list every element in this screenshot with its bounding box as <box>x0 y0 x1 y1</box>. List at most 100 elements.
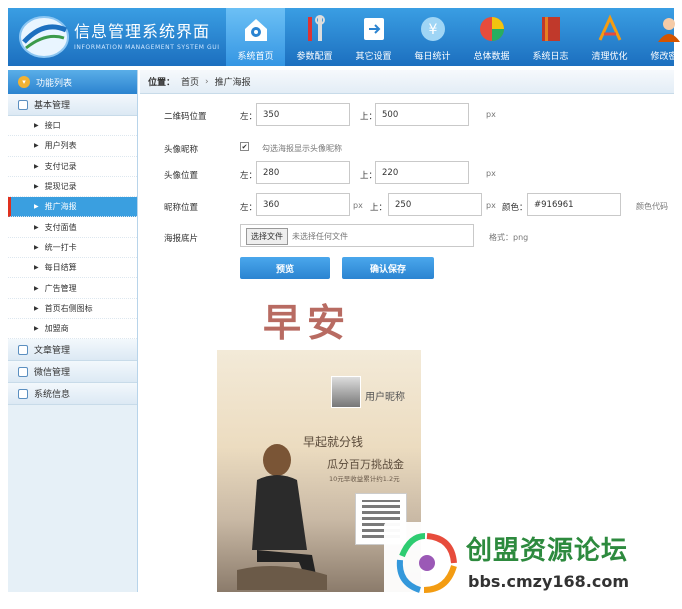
sidebar-group-basic[interactable]: 基本管理 <box>8 94 137 116</box>
sidebar-item-label: 支付记录 <box>44 161 77 171</box>
sidebar: ▾ 功能列表 基本管理 ▶ 接口 ▶ 用户列表 ▶ 支付记录 ▶ 提现记录 ▶ 推广海报 … <box>8 70 138 592</box>
avatar-px-unit: px <box>486 169 496 178</box>
app-root: 信息管理系统界面 INFORMATION MANAGEMENT SYSTEM G… <box>0 0 682 609</box>
sidebar-group-label: 系统信息 <box>34 390 71 401</box>
chat-icon <box>18 344 28 355</box>
watermark-cn-text: 创盟资源论坛 <box>466 536 629 566</box>
tools-icon <box>307 15 325 41</box>
caret-right-icon: ▶ <box>34 203 39 211</box>
caret-right-icon: ▶ <box>34 243 39 251</box>
avatar-left-input[interactable]: 280 <box>256 161 350 184</box>
sidebar-item-label: 接口 <box>44 121 61 131</box>
qr-left-input[interactable]: 350 <box>256 103 350 126</box>
caret-right-icon: ▶ <box>34 223 39 231</box>
nick-left-label: 左： <box>240 203 258 213</box>
poster-avatar <box>331 376 361 408</box>
sidebar-group-label: 文章管理 <box>34 346 71 357</box>
format-hint: 格式：png <box>489 233 529 242</box>
nav-overall[interactable]: 总体数据 <box>462 8 521 66</box>
nav-log[interactable]: 系统日志 <box>521 8 580 66</box>
user-icon <box>657 18 680 42</box>
caret-right-icon: ▶ <box>34 142 39 150</box>
sidebar-group-sysinfo[interactable]: 系统信息 <box>8 383 137 406</box>
nav-label: 清理优化 <box>591 52 628 62</box>
svg-text:¥: ¥ <box>428 22 437 38</box>
sidebar-item-payments[interactable]: ▶ 支付记录 <box>8 157 137 177</box>
nick-position-label: 昵称位置 <box>164 203 199 213</box>
poster-line2: 瓜分百万挑战金 <box>327 458 404 471</box>
sidebar-item-withdrawals[interactable]: ▶ 提现记录 <box>8 177 137 198</box>
sidebar-group-wechat[interactable]: 微信管理 <box>8 361 137 384</box>
yen-icon: ¥ <box>420 17 445 41</box>
nav-label: 每日统计 <box>414 52 451 62</box>
choose-file-button[interactable]: 选择文件 <box>246 228 288 245</box>
caret-right-icon: ▶ <box>34 325 39 333</box>
top-nav: 系统首页 参数配置 其它设置 ¥ 每日统计 总体数据 系统日志 清理优化 修改密… <box>226 8 682 66</box>
poster-nickname: 用户昵称 <box>365 392 405 403</box>
caret-right-icon: ▶ <box>34 264 39 272</box>
nav-label: 系统日志 <box>532 52 569 62</box>
sidebar-item-label: 支付面值 <box>44 222 77 232</box>
book-icon <box>541 17 560 41</box>
sidebar-item-users[interactable]: ▶ 用户列表 <box>8 136 137 157</box>
sidebar-item-label: 广告管理 <box>44 283 77 293</box>
nick-top-px-unit: px <box>486 201 496 210</box>
nick-top-input[interactable]: 250 <box>388 193 482 216</box>
color-hint: 颜色代码 <box>636 202 668 211</box>
nav-label: 修改密码 <box>650 52 682 62</box>
nav-password[interactable]: 修改密码 <box>639 8 682 66</box>
nav-home[interactable]: 系统首页 <box>226 8 285 66</box>
sidebar-item-ads[interactable]: ▶ 广告管理 <box>8 278 137 299</box>
breadcrumb: 位置： 首页 › 推广海报 <box>140 70 674 94</box>
avatar-nick-label: 头像昵称 <box>164 145 199 155</box>
avatar-nick-checkbox[interactable]: ✔ <box>240 142 249 151</box>
save-button[interactable]: 确认保存 <box>342 257 434 279</box>
nick-left-input[interactable]: 360 <box>256 193 350 216</box>
color-label: 颜色： <box>502 203 528 213</box>
nav-other[interactable]: 其它设置 <box>344 8 403 66</box>
avatar-nick-hint: 勾选海报显示头像昵称 <box>262 144 342 153</box>
sidebar-item-label: 每日结算 <box>44 263 77 273</box>
sidebar-item-label: 推广海报 <box>44 202 77 212</box>
poster-bg-label: 海报底片 <box>164 234 199 244</box>
sidebar-item-franchise[interactable]: ▶ 加盟商 <box>8 319 137 340</box>
broom-icon <box>598 14 621 41</box>
logo-icon <box>19 16 69 58</box>
poster-line1: 早起就分钱 <box>303 435 364 449</box>
poster-line3: 10元早收益累计约1.2元 <box>329 475 400 483</box>
nav-label: 其它设置 <box>355 52 392 62</box>
watermark: 创盟资源论坛 bbs.cmzy168.com <box>384 522 676 604</box>
sidebar-item-interface[interactable]: ▶ 接口 <box>8 116 137 137</box>
sidebar-group-label: 基本管理 <box>34 101 71 111</box>
top-header: 信息管理系统界面 INFORMATION MANAGEMENT SYSTEM G… <box>8 8 682 66</box>
nav-label: 系统首页 <box>237 52 274 62</box>
sidebar-item-settlement[interactable]: ▶ 每日结算 <box>8 258 137 279</box>
nav-clean[interactable]: 清理优化 <box>580 8 639 66</box>
caret-right-icon: ▶ <box>34 183 39 191</box>
sidebar-item-poster[interactable]: ▶ 推广海报 <box>8 197 137 218</box>
breadcrumb-home[interactable]: 首页 <box>181 75 199 88</box>
pie-chart-icon <box>479 17 504 41</box>
qr-top-input[interactable]: 500 <box>375 103 469 126</box>
sidebar-item-label: 首页右侧图标 <box>44 303 93 313</box>
sidebar-group-articles[interactable]: 文章管理 <box>8 339 137 362</box>
caret-right-icon: ▶ <box>34 304 39 312</box>
qr-px-unit: px <box>486 110 496 119</box>
sidebar-item-home-icons[interactable]: ▶ 首页右侧图标 <box>8 299 137 319</box>
color-input[interactable]: #916961 <box>527 193 621 216</box>
nav-label: 参数配置 <box>296 52 333 62</box>
nav-params[interactable]: 参数配置 <box>285 8 344 66</box>
sidebar-item-checkin[interactable]: ▶ 统一打卡 <box>8 238 137 259</box>
list-icon: ▾ <box>18 76 30 88</box>
exit-icon <box>363 18 384 40</box>
sidebar-item-denominations[interactable]: ▶ 支付面值 <box>8 217 137 238</box>
qr-left-label: 左： <box>240 112 258 122</box>
nav-daily[interactable]: ¥ 每日统计 <box>403 8 462 66</box>
home-icon <box>244 19 267 41</box>
breadcrumb-prefix: 位置： <box>148 78 176 88</box>
breadcrumb-separator: › <box>205 76 209 87</box>
avatar-top-input[interactable]: 220 <box>375 161 469 184</box>
preview-button[interactable]: 预览 <box>240 257 330 279</box>
sidebar-item-label: 加盟商 <box>44 324 69 334</box>
watermark-logo-icon <box>396 533 457 593</box>
